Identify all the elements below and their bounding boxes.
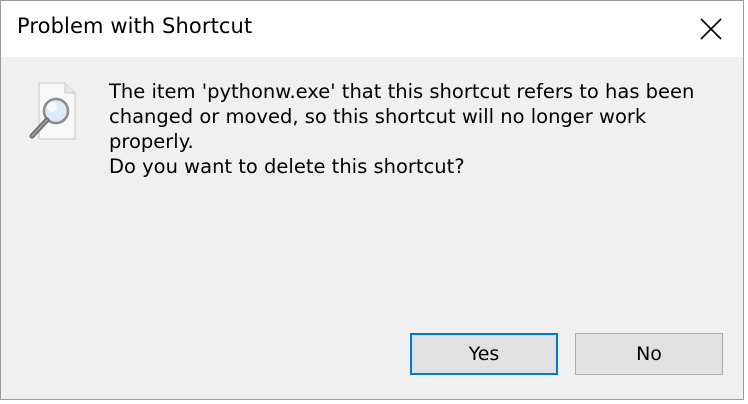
yes-button[interactable]: Yes [410, 333, 558, 375]
dialog-title: Problem with Shortcut [17, 14, 253, 38]
search-document-icon [27, 81, 79, 141]
shortcut-problem-dialog: Problem with Shortcut The item 'pythonw.… [0, 0, 744, 400]
message-line-1: The item 'pythonw.exe' that this shortcu… [109, 80, 695, 103]
title-bar[interactable]: Problem with Shortcut [1, 1, 743, 57]
close-button[interactable] [679, 1, 743, 57]
delete-question: Do you want to delete this shortcut? [109, 155, 465, 178]
message-line-2: changed or moved, so this shortcut will … [109, 105, 647, 153]
error-message: The item 'pythonw.exe' that this shortcu… [109, 79, 729, 154]
close-icon [700, 18, 722, 40]
no-button[interactable]: No [575, 333, 723, 375]
